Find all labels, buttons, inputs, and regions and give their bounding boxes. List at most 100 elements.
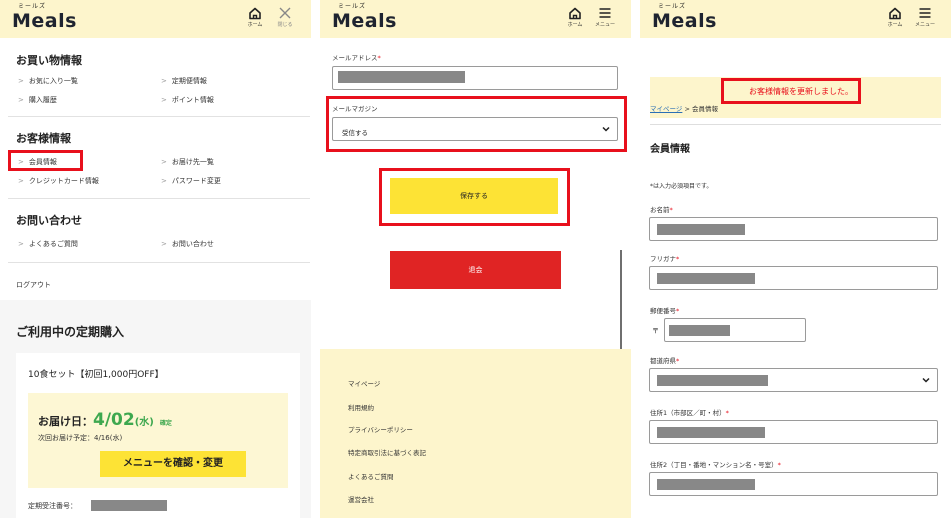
site-header: ミールズ Meals ホーム メニュー bbox=[320, 0, 631, 38]
footer-link-terms[interactable]: 利用規約 bbox=[348, 402, 374, 412]
customer-section-title: お客様情報 bbox=[16, 132, 71, 145]
highlight-member-info bbox=[8, 150, 83, 171]
menu-link-purchase-history[interactable]: > 購入履歴 bbox=[18, 95, 57, 105]
plan-name: 10食セット【初回1,000円OFF】 bbox=[28, 370, 164, 380]
order-number: 定期受注番号： bbox=[28, 502, 77, 510]
menu-link-faq[interactable]: > よくあるご質問 bbox=[18, 239, 78, 249]
footer-link-privacy[interactable]: プライバシーポリシー bbox=[348, 424, 413, 434]
address2-input[interactable] bbox=[649, 472, 938, 496]
withdraw-button[interactable]: 退会 bbox=[390, 251, 561, 289]
breadcrumb-mypage[interactable]: マイページ bbox=[650, 105, 682, 113]
redacted-name bbox=[657, 224, 745, 235]
menu-link-password[interactable]: > パスワード変更 bbox=[161, 176, 221, 186]
home-icon bbox=[889, 7, 901, 20]
subscription-title: ご利用中の定期購入 bbox=[16, 325, 125, 339]
close-label: 閉じる bbox=[277, 22, 293, 28]
footer-link-company[interactable]: 運営会社 bbox=[348, 494, 374, 504]
postal-mark: 〒 bbox=[652, 327, 659, 335]
home-label: ホーム bbox=[247, 22, 263, 28]
menu-link-credit-card[interactable]: > クレジットカード情報 bbox=[18, 176, 99, 186]
footer-link-mypage[interactable]: マイページ bbox=[348, 378, 380, 388]
chevron-down-icon bbox=[922, 377, 930, 383]
footer-link-commerce-law[interactable]: 特定商取引法に基づく表記 bbox=[348, 447, 426, 457]
menu-label: メニュー bbox=[914, 22, 935, 28]
redacted-email bbox=[338, 71, 465, 83]
menu-link-points[interactable]: > ポイント情報 bbox=[161, 95, 214, 105]
redacted-kana bbox=[657, 273, 755, 284]
name-input[interactable] bbox=[649, 217, 938, 241]
redacted-prefecture bbox=[657, 375, 768, 386]
hamburger-icon bbox=[599, 8, 611, 18]
address2-label: 住所2（丁目・番地・マンション名・号室）* bbox=[650, 461, 781, 469]
logo-text: Meals bbox=[652, 10, 717, 32]
subscription-card: 10食セット【初回1,000円OFF】 お届け日：4/02(水) 確定 次回お届け… bbox=[16, 353, 300, 518]
home-button[interactable]: ホーム bbox=[562, 6, 588, 36]
breadcrumb: マイページ > 会員情報 bbox=[650, 105, 718, 113]
logo-ruby: ミールズ bbox=[658, 3, 687, 10]
home-label: ホーム bbox=[567, 22, 583, 28]
menu-label: メニュー bbox=[594, 22, 615, 28]
redacted-address1 bbox=[657, 427, 765, 438]
home-button[interactable]: ホーム bbox=[242, 6, 268, 36]
logo[interactable]: ミールズ Meals bbox=[12, 3, 77, 32]
logo-text: Meals bbox=[332, 10, 397, 32]
member-info-updated-panel: ミールズ Meals ホーム メニュー マイページ > 会員情報 お客様情報を更… bbox=[640, 0, 951, 518]
close-icon bbox=[279, 7, 291, 19]
logout-link[interactable]: ログアウト bbox=[16, 280, 51, 290]
address1-input[interactable] bbox=[649, 420, 938, 444]
postal-label: 郵便番号* bbox=[650, 307, 680, 315]
postal-input[interactable] bbox=[664, 318, 806, 342]
logo[interactable]: ミールズ Meals bbox=[332, 3, 397, 32]
redacted-order-number bbox=[91, 500, 167, 511]
view-change-menu-button[interactable]: メニューを確認・変更 bbox=[100, 451, 246, 477]
close-button[interactable]: 閉じる bbox=[272, 6, 298, 36]
menu-link-subscription[interactable]: > 定期便情報 bbox=[161, 76, 207, 86]
divider bbox=[650, 124, 941, 125]
shopping-section-title: お買い物情報 bbox=[16, 54, 82, 67]
page-title: 会員情報 bbox=[650, 144, 690, 155]
prefecture-select[interactable] bbox=[649, 368, 938, 392]
divider bbox=[8, 116, 310, 117]
logo-ruby: ミールズ bbox=[18, 3, 47, 10]
next-delivery: 次回お届け予定：4/16(水) bbox=[38, 434, 123, 442]
menu-link-favorites[interactable]: > お気に入り一覧 bbox=[18, 76, 78, 86]
address1-label: 住所1（市部区／町・村）* bbox=[650, 409, 729, 417]
footer: マイページ 利用規約 プライバシーポリシー 特定商取引法に基づく表記 よくあるご… bbox=[320, 349, 631, 518]
site-header: ミールズ Meals ホーム メニュー bbox=[640, 0, 951, 38]
confirmed-badge: 確定 bbox=[159, 420, 172, 427]
home-icon bbox=[249, 7, 261, 20]
redacted-address2 bbox=[657, 479, 755, 490]
email-label: メールアドレス* bbox=[332, 54, 381, 62]
divider bbox=[8, 198, 310, 199]
mobile-menu-panel: ミールズ Meals ホーム 閉じる お買い物情報 > お気に入り一覧 > 定期便情… bbox=[0, 0, 311, 518]
required-note: *は入力必須項目です。 bbox=[650, 183, 713, 190]
logo-text: Meals bbox=[12, 10, 77, 32]
menu-link-addresses[interactable]: > お届け先一覧 bbox=[161, 157, 214, 167]
delivery-box: お届け日：4/02(水) 確定 次回お届け予定：4/16(水) メニューを確認・変… bbox=[28, 393, 288, 488]
delivery-date: 4/02 bbox=[93, 410, 135, 430]
breadcrumb-current: 会員情報 bbox=[691, 105, 718, 113]
highlight-save bbox=[379, 168, 570, 226]
inquiry-section-title: お問い合わせ bbox=[16, 214, 82, 227]
kana-input[interactable] bbox=[649, 266, 938, 290]
logo[interactable]: ミールズ Meals bbox=[652, 3, 717, 32]
menu-button[interactable]: メニュー bbox=[592, 6, 618, 36]
kana-label: フリガナ* bbox=[650, 255, 680, 263]
logo-ruby: ミールズ bbox=[338, 3, 367, 10]
site-header: ミールズ Meals ホーム 閉じる bbox=[0, 0, 311, 38]
redacted-postal bbox=[669, 325, 730, 336]
divider bbox=[8, 262, 310, 263]
email-input[interactable] bbox=[332, 66, 618, 90]
home-icon bbox=[569, 7, 581, 20]
home-label: ホーム bbox=[887, 22, 903, 28]
highlight-magazine bbox=[326, 96, 627, 152]
footer-link-faq[interactable]: よくあるご質問 bbox=[348, 471, 394, 481]
member-edit-form-panel: ミールズ Meals ホーム メニュー メールアドレス* メールマガジン 受信す… bbox=[320, 0, 631, 518]
name-label: お名前* bbox=[650, 206, 673, 214]
home-button[interactable]: ホーム bbox=[882, 6, 908, 36]
menu-button[interactable]: メニュー bbox=[912, 6, 938, 36]
highlight-success-message bbox=[721, 78, 861, 104]
hamburger-icon bbox=[919, 8, 931, 18]
menu-link-contact[interactable]: > お問い合わせ bbox=[161, 239, 214, 249]
prefecture-label: 都道府県* bbox=[650, 357, 680, 365]
